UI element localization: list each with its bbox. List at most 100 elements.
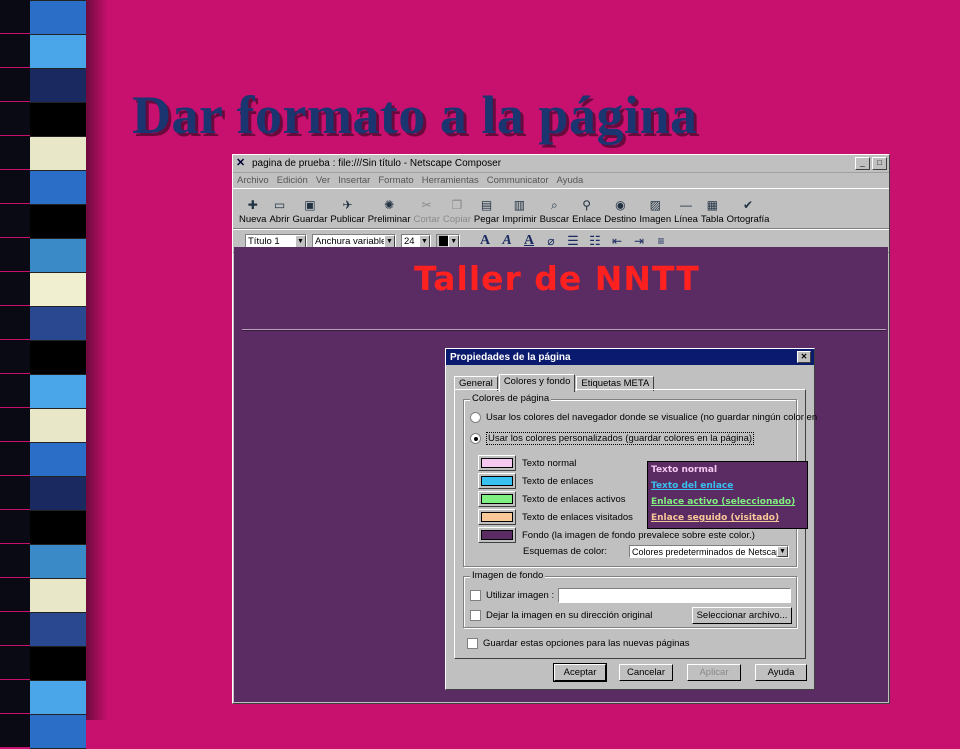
- line-icon: —: [680, 198, 692, 212]
- toolbar-button-label: Copiar: [442, 214, 471, 225]
- color-swatch: [481, 458, 513, 468]
- dialog-titlebar: Propiedades de la página ✕: [446, 349, 814, 365]
- toolbar-button-label: Nueva: [239, 214, 267, 225]
- cancel-button[interactable]: Cancelar: [619, 664, 673, 681]
- radio-browser-colors[interactable]: [470, 412, 481, 423]
- close-icon[interactable]: ✕: [797, 351, 811, 363]
- font-size-value: 24: [404, 235, 415, 247]
- stripe: [30, 68, 86, 103]
- window-titlebar: ✕ pagina de prueba : file:///Sin título …: [233, 155, 889, 173]
- menu-item[interactable]: Ver: [316, 175, 330, 186]
- apply-button[interactable]: Aplicar: [687, 664, 741, 681]
- select-file-button[interactable]: Seleccionar archivo...: [692, 607, 792, 624]
- tab-colors[interactable]: Colores y fondo: [498, 374, 576, 392]
- maximize-button[interactable]: □: [872, 157, 887, 170]
- toolbar-button-pegar[interactable]: ▤ Pegar: [474, 198, 499, 225]
- option-browser-colors[interactable]: Usar los colores del navegador donde se …: [470, 412, 817, 423]
- font-value: Anchura variable: [315, 235, 384, 247]
- toolbar-button-cortar[interactable]: ✂ Cortar: [413, 198, 439, 225]
- menu-item[interactable]: Formato: [378, 175, 413, 186]
- minimize-button[interactable]: _: [855, 157, 870, 170]
- toolbar-button-label: Cortar: [413, 214, 440, 225]
- toolbar-button-guardar[interactable]: ▣ Guardar: [293, 198, 328, 225]
- toolbar-button-publicar[interactable]: ✈ Publicar: [330, 198, 364, 225]
- menu-item[interactable]: Insertar: [338, 175, 370, 186]
- save-options-checkbox[interactable]: [467, 638, 478, 649]
- toolbar-button-label: Destino: [604, 214, 637, 225]
- stripe: [30, 340, 86, 375]
- decrease-indent-icon[interactable]: ⇤: [609, 234, 625, 248]
- image-path-input[interactable]: [558, 588, 791, 603]
- menu-bar: Archivo Edición Ver Insertar Formato Herramie…: [233, 173, 889, 188]
- color-row: Texto de enlaces: [478, 473, 593, 489]
- keep-image-option[interactable]: Dejar la imagen en su dirección original: [470, 610, 652, 621]
- radio-custom-colors[interactable]: [470, 433, 481, 444]
- color-row-label: Texto normal: [522, 457, 577, 469]
- toolbar-button-nueva[interactable]: ✚ Nueva: [239, 198, 266, 225]
- scissors-icon: ✂: [421, 198, 432, 212]
- stripe-edge: [0, 476, 30, 509]
- clear-styles-icon[interactable]: ⌀: [543, 234, 559, 248]
- main-toolbar: ✚ Nueva ▭ Abrir ▣ Guardar ✈ Publicar ✺ Preliminar…: [233, 188, 889, 229]
- stripe: [30, 0, 86, 35]
- color-picker-button[interactable]: [478, 491, 516, 507]
- stripe: [30, 238, 86, 273]
- color-picker-button[interactable]: [478, 455, 516, 471]
- color-row: Texto de enlaces visitados: [478, 509, 633, 525]
- menu-item[interactable]: Communicator: [487, 175, 549, 186]
- page-colors-group: Colores de página Usar los colores del n…: [463, 393, 817, 567]
- menu-item[interactable]: Edición: [277, 175, 308, 186]
- use-image-label: Utilizar imagen :: [486, 590, 555, 601]
- option-custom-label: Usar los colores personalizados (guardar…: [486, 432, 755, 445]
- chevron-down-icon: ▼: [384, 234, 395, 248]
- toolbar-button-abrir[interactable]: ▭ Abrir: [269, 198, 289, 225]
- toolbar-button-label: Tabla: [700, 214, 724, 225]
- option-browser-label: Usar los colores del navegador donde se …: [486, 412, 818, 423]
- color-picker-button[interactable]: [478, 509, 516, 525]
- group-label: Imagen de fondo: [470, 570, 546, 581]
- tab-panel: Colores de página Usar los colores del n…: [454, 389, 817, 659]
- menu-item[interactable]: Herramientas: [422, 175, 479, 186]
- stripe-edge: [0, 238, 30, 271]
- color-row: Texto normal: [478, 455, 576, 471]
- save-options-option[interactable]: Guardar estas opciones para las nuevas p…: [467, 638, 690, 649]
- use-image-checkbox[interactable]: [470, 590, 481, 601]
- use-image-option[interactable]: Utilizar imagen :: [470, 590, 554, 601]
- stripe: [30, 272, 86, 307]
- color-swatch: [481, 476, 513, 486]
- option-custom-colors[interactable]: Usar los colores personalizados (guardar…: [470, 432, 755, 445]
- menu-item[interactable]: Ayuda: [557, 175, 584, 186]
- toolbar-button-buscar[interactable]: ⌕ Buscar: [540, 198, 570, 225]
- stripe: [30, 714, 86, 749]
- stripe: [30, 578, 86, 613]
- keep-image-checkbox[interactable]: [470, 610, 481, 621]
- color-schemes-select[interactable]: Colores predeterminados de Netscape ▼: [629, 545, 789, 558]
- preview-icon: ✺: [384, 198, 395, 212]
- slide-title: Dar formato a la página: [132, 85, 698, 145]
- stripe: [30, 612, 86, 647]
- color-picker-button[interactable]: [478, 473, 516, 489]
- color-picker-button[interactable]: [478, 527, 516, 543]
- toolbar-button-copiar[interactable]: ❐ Copiar: [443, 198, 471, 225]
- color-row: Fondo (la imagen de fondo prevalece sobr…: [478, 527, 755, 543]
- save-disk-icon: ▣: [304, 198, 316, 212]
- ok-button[interactable]: Aceptar: [553, 663, 607, 682]
- toolbar-button-tabla[interactable]: ▦ Tabla: [701, 198, 724, 225]
- toolbar-button-destino[interactable]: ◉ Destino: [604, 198, 636, 225]
- toolbar-button-imagen[interactable]: ▨ Imagen: [639, 198, 671, 225]
- toolbar-button-preliminar[interactable]: ✺ Preliminar: [368, 198, 411, 225]
- group-label: Colores de página: [470, 393, 552, 404]
- increase-indent-icon[interactable]: ⇥: [631, 234, 647, 248]
- alignment-icon[interactable]: ≡: [653, 234, 669, 248]
- toolbar-button-ortografia[interactable]: ✔ Ortografía: [727, 198, 770, 225]
- toolbar-button-label: Imagen: [639, 214, 672, 225]
- toolbar-button-imprimir[interactable]: ▥ Imprimir: [502, 198, 536, 225]
- help-button[interactable]: Ayuda: [755, 664, 807, 681]
- stripe: [30, 136, 86, 171]
- menu-item[interactable]: Archivo: [237, 175, 269, 186]
- toolbar-button-enlace[interactable]: ⚲ Enlace: [572, 198, 601, 225]
- schemes-text: Esquemas de color:: [523, 546, 607, 557]
- toolbar-button-linea[interactable]: — Línea: [674, 198, 698, 225]
- stripe-shadow: [86, 0, 108, 720]
- dialog-title: Propiedades de la página: [450, 351, 571, 363]
